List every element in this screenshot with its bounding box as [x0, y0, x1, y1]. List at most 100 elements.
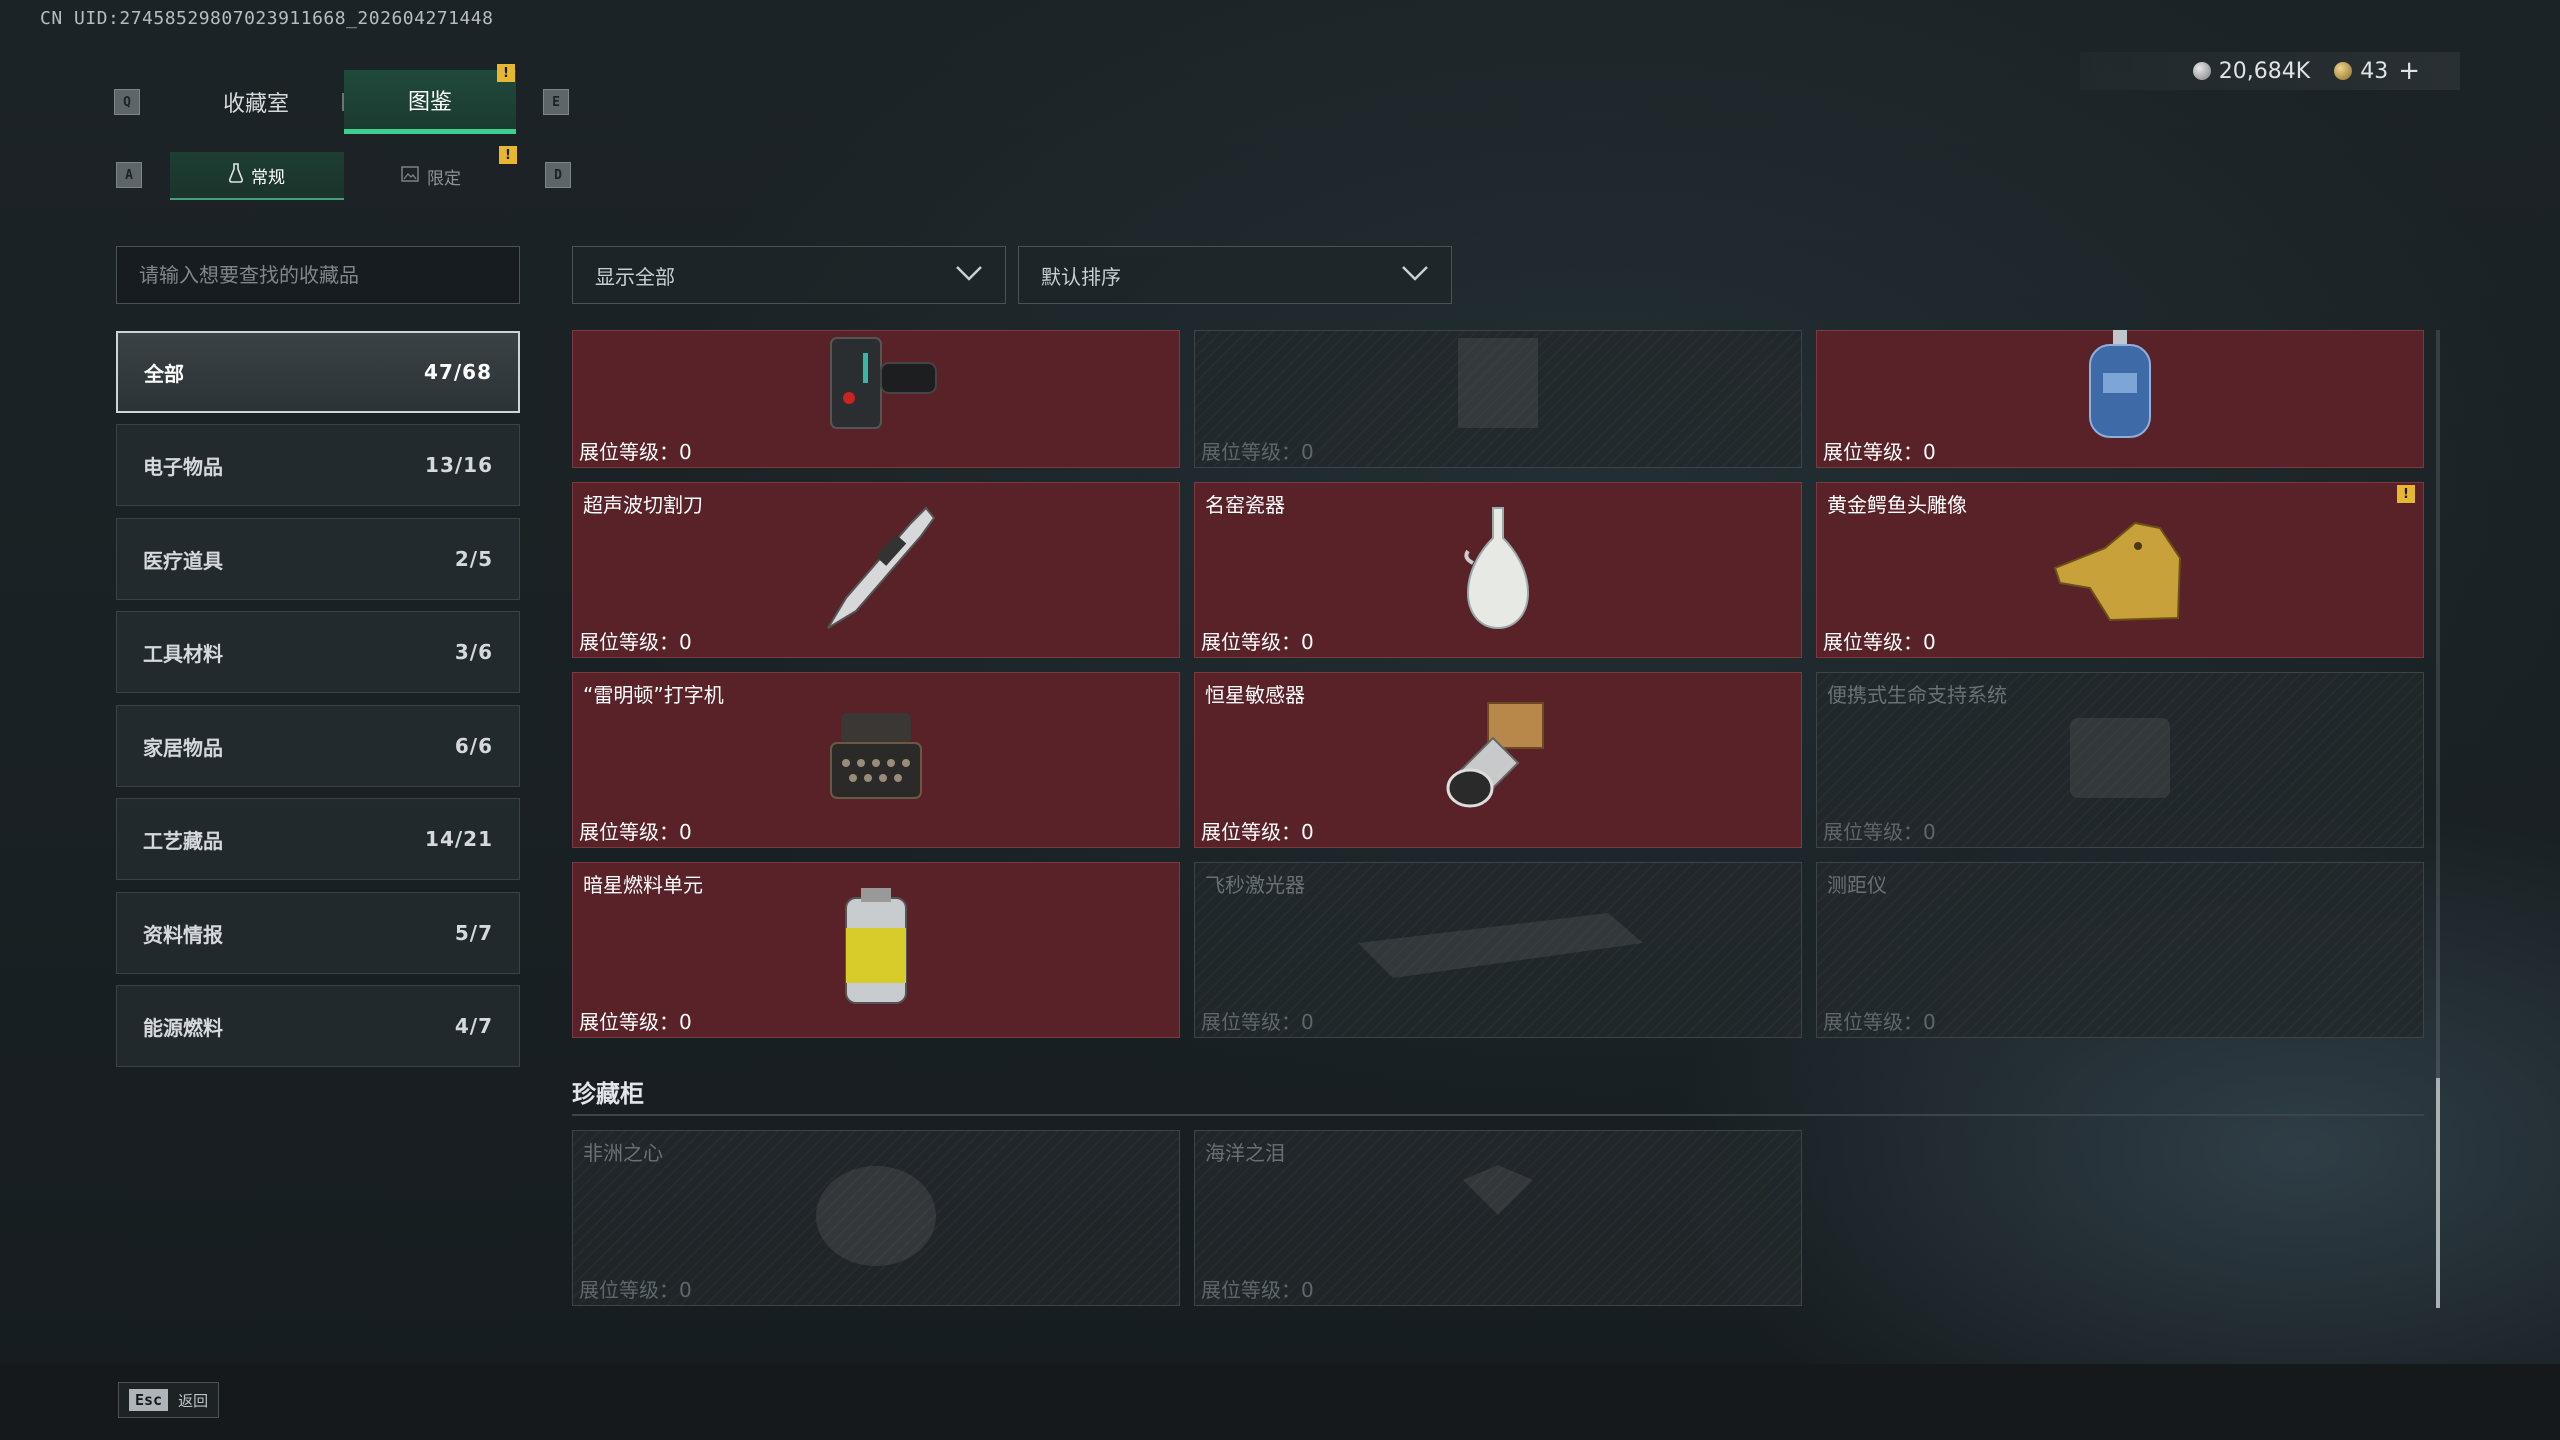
category-count: 14/21	[425, 827, 493, 851]
main-tabs: 收藏室 图鉴	[170, 70, 516, 134]
subtab-alert-badge: !	[499, 146, 517, 164]
chevron-down-icon	[1401, 263, 1429, 287]
item-level: 展位等级：0	[1823, 1010, 1936, 1034]
item-alert-badge: !	[2397, 485, 2415, 503]
gold-amount: 43	[2360, 58, 2389, 84]
sub-tabs: 常规 限定	[170, 152, 518, 200]
item-name: 海洋之泪	[1205, 1141, 1285, 1165]
item-level: 展位等级：0	[579, 440, 692, 464]
item-name: 恒星敏感器	[1205, 683, 1305, 707]
scrollbar-thumb[interactable]	[2436, 1078, 2440, 1308]
category-count: 13/16	[425, 453, 493, 477]
item-name: 测距仪	[1827, 873, 1887, 897]
sort-dropdown[interactable]: 默认排序	[1018, 246, 1452, 304]
star-sensor-icon	[1438, 693, 1558, 827]
item-name: “雷明顿”打字机	[583, 683, 724, 707]
key-hint-d: D	[545, 162, 571, 188]
filter-dropdown-label: 显示全部	[595, 264, 675, 289]
key-hint-a: A	[116, 162, 142, 188]
category-medical[interactable]: 医疗道具 2/5	[116, 518, 520, 600]
item-card[interactable]: 恒星敏感器 展位等级：0	[1194, 672, 1802, 848]
key-hint-q: Q	[114, 89, 140, 115]
add-currency-button[interactable]: +	[2398, 56, 2420, 86]
category-count: 47/68	[424, 360, 492, 384]
search-input[interactable]	[116, 246, 520, 304]
subtab-regular[interactable]: 常规	[170, 152, 344, 200]
item-level: 展位等级：0	[1823, 630, 1936, 654]
cabinet-card[interactable]: 海洋之泪 展位等级：0	[1194, 1130, 1802, 1306]
item-card[interactable]: 超声波切割刀 展位等级：0	[572, 482, 1180, 658]
item-level: 展位等级：0	[1201, 1278, 1314, 1302]
esc-key: Esc	[129, 1389, 169, 1411]
key-hint-e: E	[543, 89, 569, 115]
item-name: 非洲之心	[583, 1141, 663, 1165]
golden-crocodile-icon	[2050, 508, 2190, 632]
item-card[interactable]: 展位等级：0	[1194, 330, 1802, 468]
item-card[interactable]: 飞秒激光器 展位等级：0	[1194, 862, 1802, 1038]
gold-coin-icon	[2334, 61, 2353, 80]
item-card[interactable]: 名窑瓷器 展位等级：0	[1194, 482, 1802, 658]
uid-label: CN UID:274585298070239116​68_20260427144…	[40, 8, 494, 29]
item-name: 便携式生命支持系统	[1827, 683, 2007, 707]
subtab-limited-label: 限定	[427, 168, 461, 189]
category-count: 4/7	[454, 1014, 493, 1038]
item-level: 展位等级：0	[579, 1278, 692, 1302]
item-card[interactable]: 展位等级：0	[1816, 330, 2424, 468]
chevron-down-icon	[955, 263, 983, 287]
gas-canister-icon	[2075, 330, 2165, 447]
tab-codex[interactable]: 图鉴	[344, 70, 516, 134]
category-label: 工艺藏品	[143, 828, 223, 853]
category-label: 电子物品	[143, 454, 223, 479]
flask-icon	[228, 162, 244, 188]
item-card[interactable]: 测距仪 展位等级：0	[1816, 862, 2424, 1038]
item-name: 超声波切割刀	[583, 493, 703, 517]
category-all[interactable]: 全部 47/68	[116, 331, 520, 413]
category-count: 2/5	[454, 547, 493, 571]
life-support-icon	[2060, 703, 2180, 817]
cabinet-section-title: 珍藏柜	[572, 1080, 644, 1108]
item-level: 展位等级：0	[1201, 440, 1314, 464]
item-level: 展位等级：0	[1201, 630, 1314, 654]
item-level: 展位等级：0	[1201, 820, 1314, 844]
item-level: 展位等级：0	[579, 820, 692, 844]
category-label: 能源燃料	[143, 1015, 223, 1040]
item-name: 黄金鳄鱼头雕像	[1827, 493, 1967, 517]
item-card[interactable]: 展位等级：0	[572, 330, 1180, 468]
diamond-icon	[811, 1161, 941, 1275]
currency-bar: 20,684K 43 +	[2080, 52, 2460, 90]
category-household[interactable]: 家居物品 6/6	[116, 705, 520, 787]
cabinet-card[interactable]: 非洲之心 展位等级：0	[572, 1130, 1180, 1306]
item-card[interactable]: 黄金鳄鱼头雕像 ! 展位等级：0	[1816, 482, 2424, 658]
category-fuel[interactable]: 能源燃料 4/7	[116, 985, 520, 1067]
category-label: 资料情报	[143, 922, 223, 947]
category-count: 3/6	[454, 640, 493, 664]
silver-currency: 20,684K	[2192, 59, 2310, 84]
subtab-limited[interactable]: 限定	[344, 152, 518, 200]
scrollbar[interactable]	[2436, 330, 2440, 1308]
item-name: 飞秒激光器	[1205, 873, 1305, 897]
filter-dropdown[interactable]: 显示全部	[572, 246, 1006, 304]
item-level: 展位等级：0	[1823, 820, 1936, 844]
category-tools[interactable]: 工具材料 3/6	[116, 611, 520, 693]
image-icon	[401, 165, 419, 187]
section-divider	[572, 1114, 2424, 1116]
item-name: 名窑瓷器	[1205, 493, 1285, 517]
category-intel[interactable]: 资料情报 5/7	[116, 892, 520, 974]
item-name: 暗星燃料单元	[583, 873, 703, 897]
item-level: 展位等级：0	[1201, 1010, 1314, 1034]
wrist-device-icon	[811, 330, 941, 442]
ultrasonic-knife-icon	[816, 503, 936, 637]
category-crafts[interactable]: 工艺藏品 14/21	[116, 798, 520, 880]
fuel-cell-icon	[836, 883, 916, 1017]
category-count: 6/6	[454, 734, 493, 758]
item-card[interactable]: 暗星燃料单元 展位等级：0	[572, 862, 1180, 1038]
item-card[interactable]: “雷明顿”打字机 展位等级：0	[572, 672, 1180, 848]
tab-collection-room[interactable]: 收藏室	[170, 70, 342, 134]
back-button[interactable]: Esc 返回	[118, 1382, 220, 1418]
category-electronics[interactable]: 电子物品 13/16	[116, 424, 520, 506]
category-label: 家居物品	[143, 735, 223, 760]
item-card[interactable]: 便携式生命支持系统 展位等级：0	[1816, 672, 2424, 848]
item-level: 展位等级：0	[1823, 440, 1936, 464]
back-label: 返回	[178, 1391, 209, 1410]
gold-currency: 43	[2334, 59, 2388, 84]
